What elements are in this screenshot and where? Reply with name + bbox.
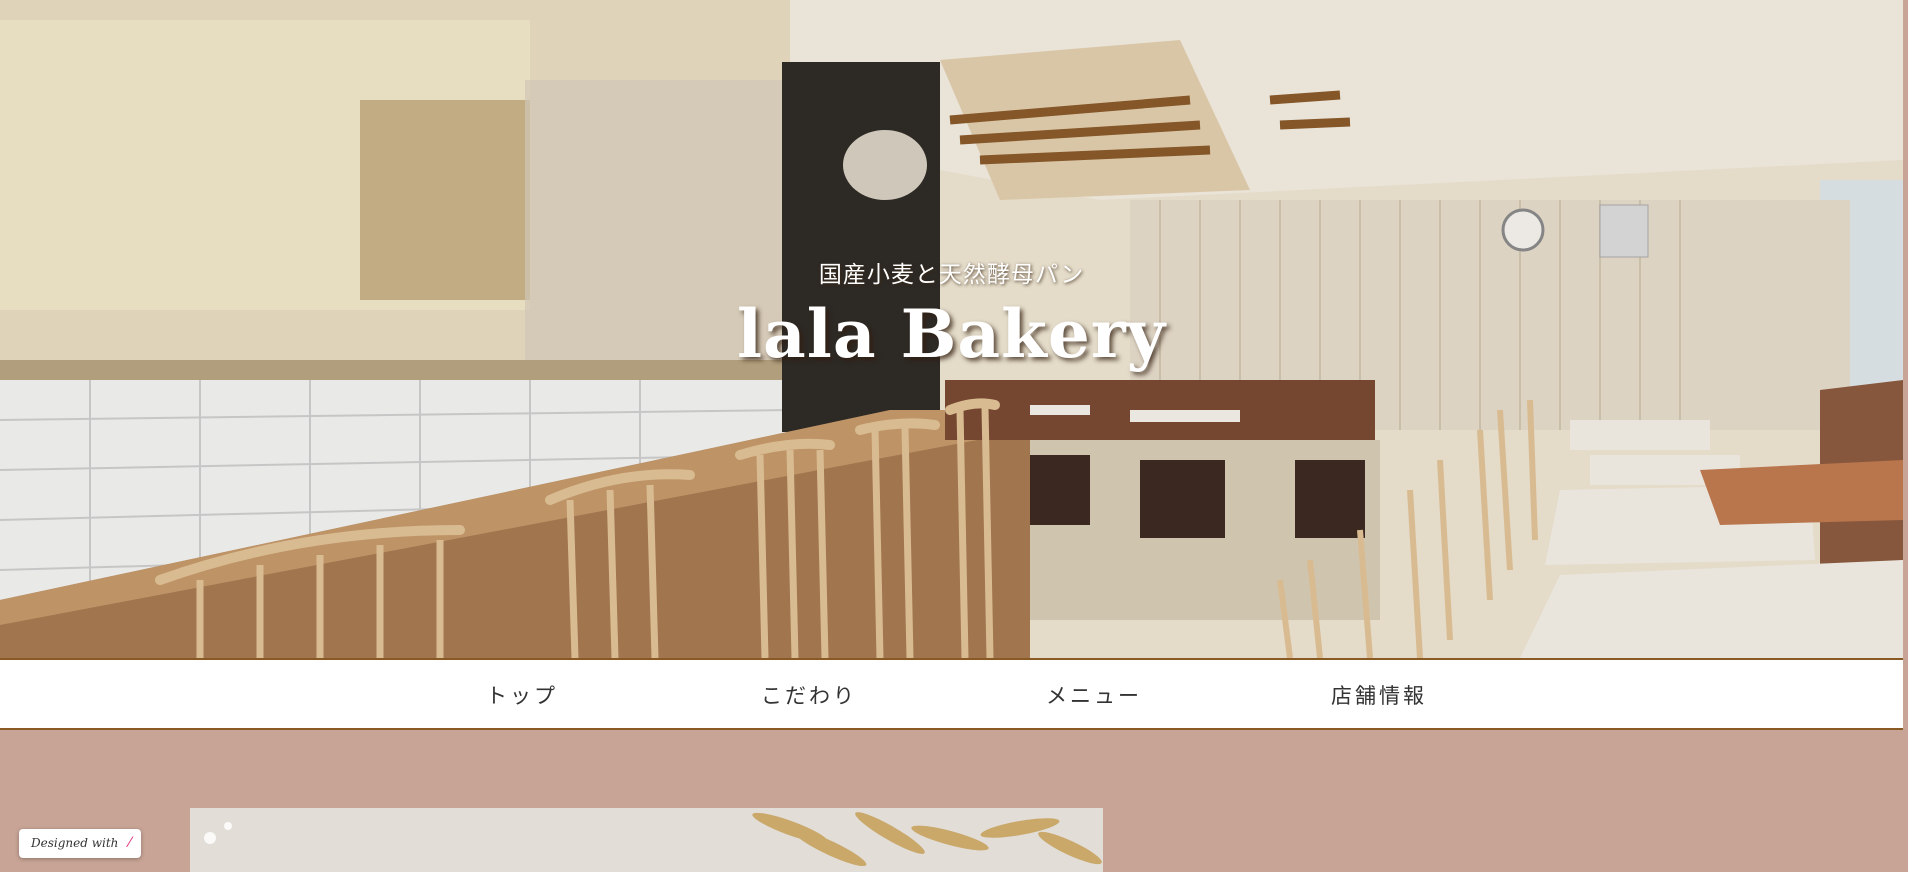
- hero-text-block: 国産小麦と天然酵母パン lala Bakery: [0, 255, 1903, 373]
- nav-item-store-info[interactable]: 店舗情報: [1331, 680, 1427, 710]
- content-section: [0, 730, 1903, 872]
- badge-label: Designed with: [31, 836, 119, 850]
- hero-banner: 国産小麦と天然酵母パン lala Bakery: [0, 0, 1903, 658]
- wheat-image: [190, 808, 1103, 872]
- nav-item-kodawari[interactable]: こだわり: [761, 680, 857, 710]
- nav-item-menu[interactable]: メニュー: [1046, 680, 1142, 710]
- hero-subtitle: 国産小麦と天然酵母パン: [818, 262, 1085, 288]
- nav-item-top[interactable]: トップ: [486, 680, 558, 710]
- main-navigation: トップ こだわり メニュー 店舗情報: [0, 658, 1903, 730]
- designed-with-badge[interactable]: Designed with ⁄: [19, 829, 141, 858]
- site-title: lala Bakery: [736, 295, 1167, 373]
- pen-icon: ⁄: [128, 835, 131, 851]
